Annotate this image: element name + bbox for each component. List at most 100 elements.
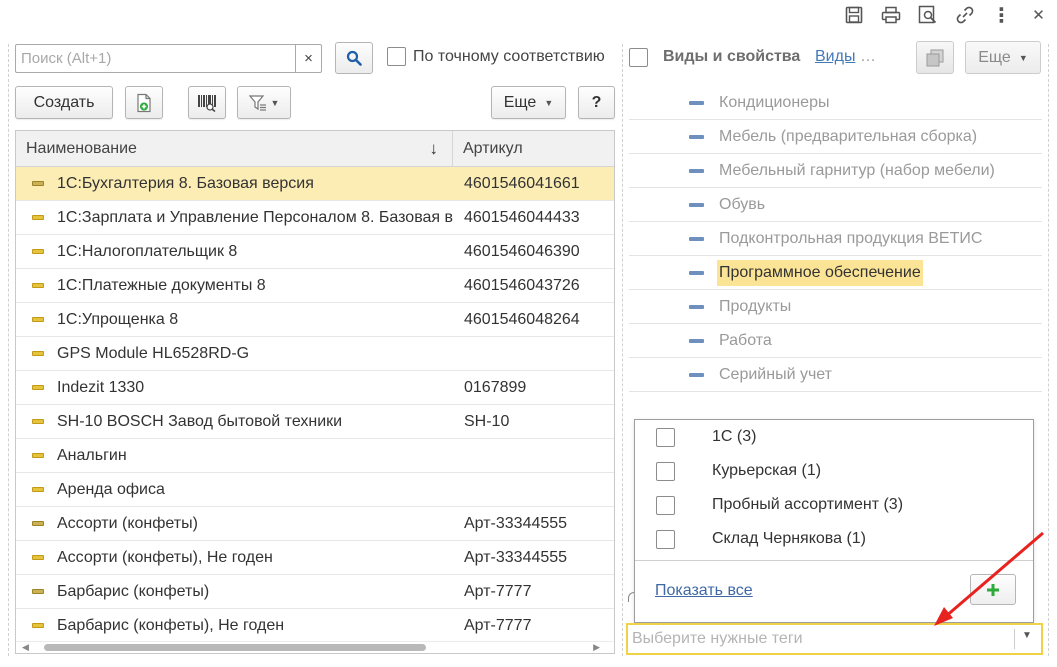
tag-checkbox[interactable] <box>656 462 675 481</box>
search-input[interactable] <box>16 45 296 72</box>
tags-select-field[interactable]: ▼ <box>626 623 1043 655</box>
link-icon[interactable] <box>946 0 983 30</box>
tag-item[interactable]: Склад Чернякова (1) <box>635 522 1033 556</box>
table-row[interactable]: Барбарис (конфеты), Не годен Арт-7777 <box>16 609 614 643</box>
tag-item[interactable]: Пробный ассортимент (3) <box>635 488 1033 522</box>
more-button[interactable]: Еще ▼ <box>491 86 566 119</box>
tags-select-input[interactable] <box>632 629 1002 649</box>
window-toolbar: ⋮ ✕ <box>835 0 1057 30</box>
cell-name: 1С:Упрощенка 8 <box>16 303 453 336</box>
cell-article: 4601546046390 <box>464 242 580 260</box>
new-document-icon <box>137 93 151 112</box>
kind-item[interactable]: Серийный учет <box>629 358 1042 392</box>
kind-item[interactable]: Кондиционеры <box>629 86 1042 120</box>
barcode-search-button[interactable] <box>188 86 226 119</box>
filter-button[interactable]: ▼ <box>237 86 291 119</box>
chevron-down-icon[interactable]: ▼ <box>1022 630 1032 641</box>
table-row[interactable]: 1С:Упрощенка 8 4601546048264 <box>16 303 614 337</box>
table-row[interactable]: SH-10 BOSCH Завод бытовой техники SH-10 <box>16 405 614 439</box>
right-divider <box>1048 44 1049 656</box>
table-row[interactable]: 1С:Бухгалтерия 8. Базовая версия 46015460… <box>16 167 614 201</box>
table-row[interactable]: 1С:Платежные документы 8 4601546043726 <box>16 269 614 303</box>
kinds-more-label: Еще <box>978 48 1011 66</box>
table-row[interactable]: 1С:Зарплата и Управление Персоналом 8. Б… <box>16 201 614 235</box>
exact-match-checkbox[interactable] <box>387 47 406 66</box>
table-row[interactable]: Ассорти (конфеты) Арт-33344555 <box>16 507 614 541</box>
tag-item[interactable]: 1С (3) <box>635 420 1033 454</box>
cell-name: Аренда офиса <box>16 473 453 506</box>
table-row[interactable]: Анальгин <box>16 439 614 473</box>
create-copy-button[interactable] <box>125 86 163 119</box>
barcode-icon <box>198 94 216 112</box>
cell-article: Арт-33344555 <box>464 514 568 532</box>
save-icon[interactable] <box>835 0 872 30</box>
chevron-down-icon: ▼ <box>544 97 554 108</box>
cell-name: Барбарис (конфеты) <box>16 575 453 608</box>
table-row[interactable]: GPS Module HL6528RD-G <box>16 337 614 371</box>
kind-item[interactable]: Работа <box>629 324 1042 358</box>
item-icon <box>32 385 44 390</box>
table-row[interactable]: Ассорти (конфеты), Не годен Арт-33344555 <box>16 541 614 575</box>
scroll-left-icon[interactable]: ◀ <box>22 642 29 653</box>
cell-name: Indezit 1330 <box>16 371 453 404</box>
add-tag-button[interactable] <box>970 574 1016 605</box>
show-all-link[interactable]: Показать все <box>655 582 753 600</box>
kinds-more-button[interactable]: Еще ▼ <box>965 41 1041 74</box>
search-clear-button[interactable]: × <box>295 44 322 73</box>
tag-checkbox[interactable] <box>656 496 675 515</box>
item-icon <box>32 317 44 322</box>
kinds-link[interactable]: Виды <box>815 48 855 66</box>
chevron-down-icon: ▼ <box>1018 52 1028 63</box>
kinds-link-more[interactable]: … <box>860 48 876 66</box>
item-icon <box>32 589 44 594</box>
collapsed-group-edge <box>628 592 634 602</box>
kind-item[interactable]: Подконтрольная продукция ВЕТИС <box>629 222 1042 256</box>
print-icon[interactable] <box>872 0 909 30</box>
kind-label: Кондиционеры <box>719 93 830 111</box>
table-header: Наименование ↓ Артикул <box>16 131 614 167</box>
preview-icon[interactable] <box>909 0 946 30</box>
horizontal-scrollbar[interactable]: ◀ ▶ <box>16 641 614 653</box>
table-row[interactable]: 1С:Налогоплательщик 8 4601546046390 <box>16 235 614 269</box>
copy-button[interactable] <box>916 41 954 74</box>
kind-item[interactable]: Продукты <box>629 290 1042 324</box>
close-icon[interactable]: ✕ <box>1020 0 1057 30</box>
cell-name: Барбарис (конфеты), Не годен <box>16 609 453 642</box>
help-button[interactable]: ? <box>578 86 615 119</box>
kind-label: Серийный учет <box>719 365 832 383</box>
kinds-panel-checkbox[interactable] <box>629 48 648 67</box>
kind-item[interactable]: Программное обеспечение <box>629 256 1042 290</box>
kind-icon <box>689 101 704 105</box>
dropdown-separator <box>1014 629 1015 649</box>
item-icon <box>32 419 44 424</box>
table-row[interactable]: Indezit 1330 0167899 <box>16 371 614 405</box>
kinds-panel-title: Виды и свойства <box>663 48 801 65</box>
cell-article: Арт-33344555 <box>464 548 568 566</box>
kind-item[interactable]: Обувь <box>629 188 1042 222</box>
cell-article: 4601546044433 <box>464 208 580 226</box>
table-row[interactable]: Барбарис (конфеты) Арт-7777 <box>16 575 614 609</box>
item-icon <box>32 555 44 560</box>
cell-article: 0167899 <box>464 378 527 396</box>
cell-article: Арт-7777 <box>464 616 532 634</box>
column-header-name[interactable]: Наименование ↓ <box>16 131 453 166</box>
create-button[interactable]: Создать <box>15 86 113 119</box>
kind-icon <box>689 373 704 377</box>
tag-label: Курьерская (1) <box>712 462 822 479</box>
kind-item[interactable]: Мебель (предварительная сборка) <box>629 120 1042 154</box>
search-field[interactable] <box>15 44 296 73</box>
more-vertical-icon[interactable]: ⋮ <box>983 0 1020 30</box>
tag-checkbox[interactable] <box>656 530 675 549</box>
scroll-right-icon[interactable]: ▶ <box>593 642 600 653</box>
exact-match-option[interactable]: По точному соответствию <box>387 47 605 66</box>
tag-item[interactable]: Курьерская (1) <box>635 454 1033 488</box>
scrollbar-thumb[interactable] <box>44 644 426 651</box>
cell-article: 4601546041661 <box>464 174 580 192</box>
kind-item[interactable]: Мебельный гарнитур (набор мебели) <box>629 154 1042 188</box>
item-icon <box>32 623 44 628</box>
more-label: Еще <box>503 93 537 111</box>
column-header-article[interactable]: Артикул <box>453 131 614 166</box>
tag-checkbox[interactable] <box>656 428 675 447</box>
table-row[interactable]: Аренда офиса <box>16 473 614 507</box>
search-button[interactable] <box>335 42 373 74</box>
